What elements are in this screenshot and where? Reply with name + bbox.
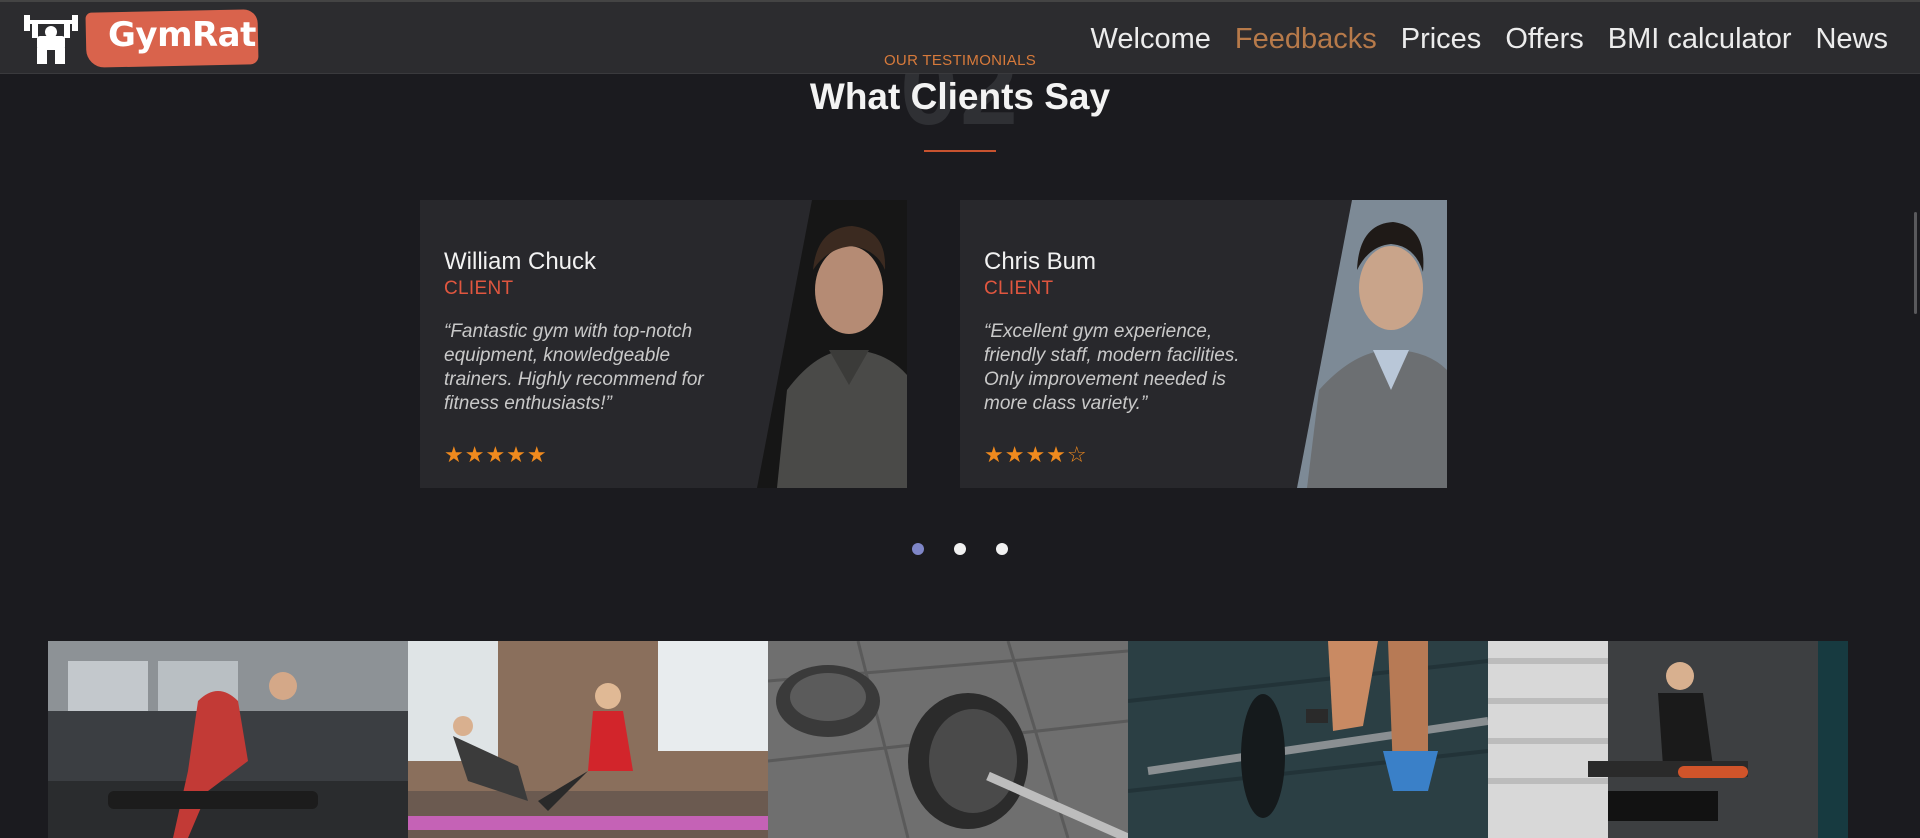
section-title: What Clients Say xyxy=(809,76,1111,117)
logo-text[interactable]: GymRat xyxy=(108,15,256,55)
client-photo xyxy=(1297,200,1447,488)
testimonial-card: Chris Bum CLIENT “Excellent gym experien… xyxy=(960,200,1447,488)
carousel-dot-2[interactable] xyxy=(954,543,966,555)
gallery-image-dumbbell-row[interactable] xyxy=(48,641,408,838)
photo-gallery xyxy=(48,641,1872,838)
rating-stars: ★★★★★ xyxy=(444,442,548,467)
client-quote: “Excellent gym experience, friendly staf… xyxy=(984,321,1240,414)
testimonial-card: William Chuck CLIENT “Fantastic gym with… xyxy=(420,200,907,488)
rating-stars: ★★★★☆ xyxy=(984,442,1088,467)
gallery-image-yoga-class[interactable] xyxy=(408,641,768,838)
carousel-dot-1[interactable] xyxy=(912,543,924,555)
client-name: William Chuck xyxy=(444,248,597,275)
title-divider xyxy=(924,150,996,152)
client-name: Chris Bum xyxy=(984,248,1097,275)
client-photo xyxy=(757,200,907,488)
section-eyebrow: OUR TESTIMONIALS xyxy=(883,52,1037,69)
carousel-pagination xyxy=(912,543,1008,555)
carousel-dot-3[interactable] xyxy=(996,543,1008,555)
client-quote: “Fantastic gym with top-notch equipment,… xyxy=(444,321,704,414)
client-role: CLIENT xyxy=(984,278,1054,299)
page-scrollbar[interactable] xyxy=(1914,212,1917,314)
gallery-image-deadlift[interactable] xyxy=(1128,641,1488,838)
client-role: CLIENT xyxy=(444,278,514,299)
gallery-image-man-resting[interactable] xyxy=(1488,641,1848,838)
gallery-image-barbell-plates[interactable] xyxy=(768,641,1128,838)
